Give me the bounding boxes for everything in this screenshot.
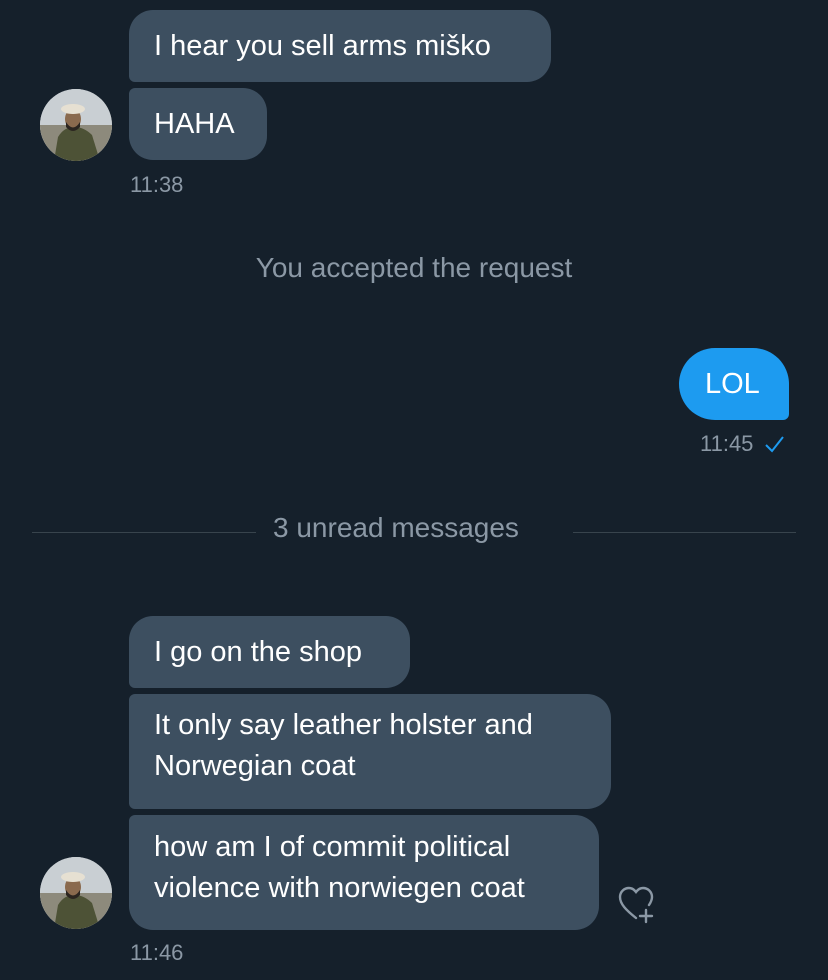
divider-line-right — [573, 532, 796, 533]
divider-line-left — [32, 532, 256, 533]
unread-divider: 3 unread messages — [273, 512, 519, 543]
message-text: LOL — [705, 368, 760, 400]
message-text-line: It only say leather holster and — [154, 709, 533, 741]
timestamp: 11:45 — [700, 431, 754, 456]
message-text: I hear you sell arms miško — [154, 30, 491, 62]
message-bubble-incoming[interactable]: I go on the shop — [129, 616, 410, 688]
checkmark-icon — [765, 436, 784, 453]
message-text-line: violence with norwiegen coat — [154, 872, 525, 904]
user-avatar[interactable] — [40, 89, 112, 161]
message-bubble-outgoing[interactable]: LOL — [679, 348, 789, 420]
message-bubble-incoming[interactable]: how am I of commit political violence wi… — [129, 815, 599, 930]
timestamp: 11:38 — [130, 172, 184, 197]
message-bubble-incoming[interactable]: I hear you sell arms miško — [129, 10, 551, 82]
message-text-line: how am I of commit political — [154, 831, 511, 863]
avatar-image — [40, 857, 112, 929]
heart-plus-icon[interactable] — [614, 882, 658, 926]
avatar-image — [40, 89, 112, 161]
message-text: HAHA — [154, 108, 235, 140]
message-bubble-incoming[interactable]: It only say leather holster and Norwegia… — [129, 694, 611, 809]
message-text: I go on the shop — [154, 636, 362, 668]
system-notice: You accepted the request — [255, 252, 573, 283]
timestamp: 11:46 — [130, 940, 184, 965]
message-text-line: Norwegian coat — [154, 750, 356, 782]
message-bubble-incoming[interactable]: HAHA — [129, 88, 267, 160]
user-avatar[interactable] — [40, 857, 112, 929]
